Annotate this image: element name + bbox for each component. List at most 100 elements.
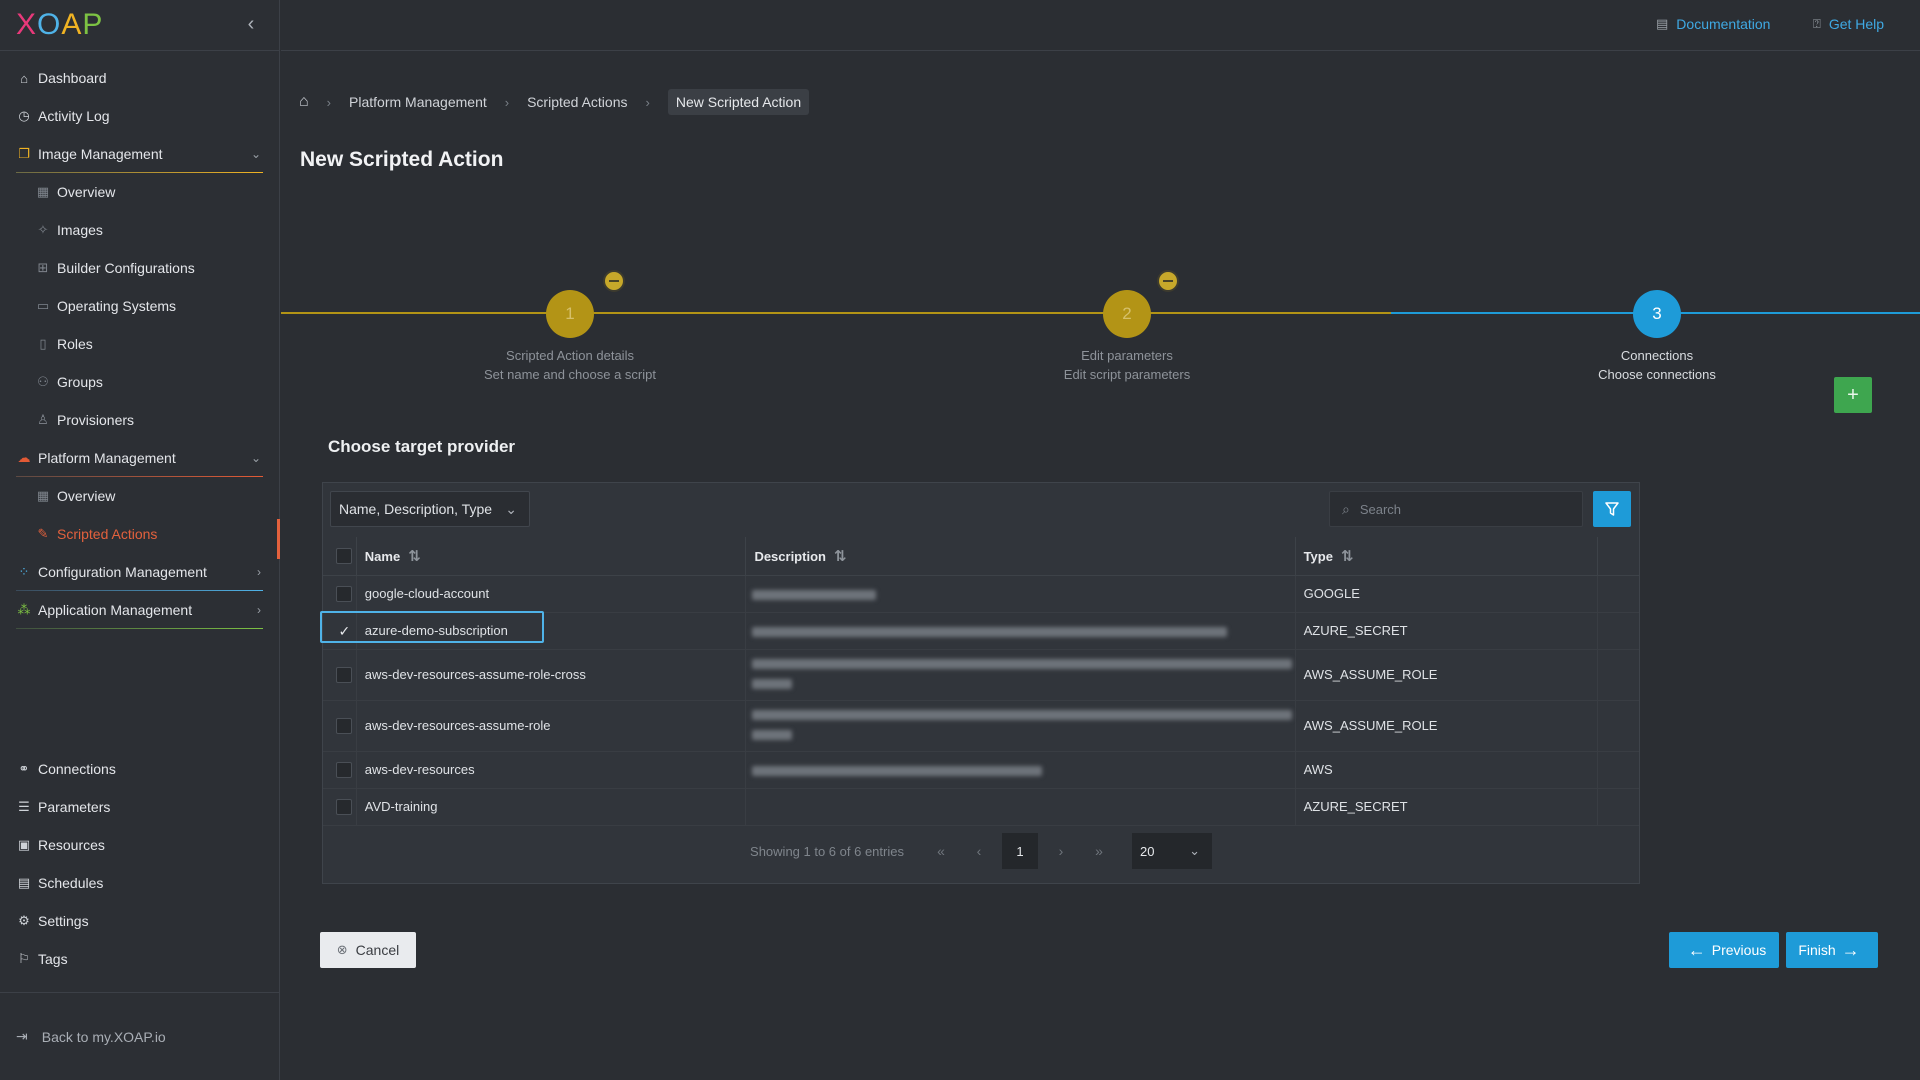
sidebar-item-activity-log[interactable]: ◷ Activity Log xyxy=(0,97,279,135)
select-all-checkbox[interactable] xyxy=(336,548,353,565)
row-checkbox[interactable] xyxy=(336,717,353,734)
redacted-text xyxy=(752,729,793,740)
pagination-info: Showing 1 to 6 of 6 entries xyxy=(750,843,904,859)
table-row[interactable]: aws-dev-resources-assume-role AWS_ASSUME… xyxy=(323,700,1639,752)
table-row[interactable]: aws-dev-resources-assume-role-cross AWS_… xyxy=(323,649,1639,701)
sort-icon[interactable]: ⇅ xyxy=(834,548,847,565)
config-icon: ⁘ xyxy=(18,564,30,579)
finish-label: Finish xyxy=(1798,942,1836,958)
row-checkbox-cell xyxy=(323,649,357,701)
cell-type: GOOGLE xyxy=(1295,575,1598,613)
monitor-icon: ▭ xyxy=(36,298,50,313)
page-size-select[interactable]: 20 ⌄ xyxy=(1131,833,1212,869)
search-input[interactable] xyxy=(1359,501,1560,517)
sidebar-bottom-nav: ⚭ Connections ☰ Parameters ▣ Resources ▤… xyxy=(0,750,279,978)
redacted-text xyxy=(752,710,1293,721)
sidebar-item-roles[interactable]: ▯ Roles xyxy=(0,325,279,363)
gear-icon: ⚙ xyxy=(18,913,30,928)
search-fields-select[interactable]: Name, Description, Type ⌄ xyxy=(330,491,530,527)
documentation-link[interactable]: ▤ Documentation xyxy=(1656,16,1770,32)
cancel-button[interactable]: ⊗ Cancel xyxy=(320,932,416,968)
chevron-down-icon: ⌄ xyxy=(1189,843,1200,858)
back-link-label: Back to my.XOAP.io xyxy=(41,1028,166,1045)
next-page-icon[interactable]: › xyxy=(1042,843,1080,859)
row-checkbox[interactable] xyxy=(336,666,353,683)
add-connection-button[interactable]: + xyxy=(1834,377,1872,413)
sidebar-item-parameters[interactable]: ☰ Parameters xyxy=(0,788,279,826)
sidebar-item-builder-configurations[interactable]: ⊞ Builder Configurations xyxy=(0,249,279,287)
row-checkbox[interactable] xyxy=(336,761,353,778)
step-3-title: Connections xyxy=(1620,348,1694,363)
sidebar-item-dashboard[interactable]: ⌂ Dashboard xyxy=(0,59,279,97)
redacted-text xyxy=(752,626,1228,637)
step-2-label: Edit parameters Edit script parameters xyxy=(997,346,1257,384)
breadcrumb-item[interactable]: Scripted Actions xyxy=(527,94,627,110)
table-row[interactable]: aws-dev-resources AWS xyxy=(323,751,1639,789)
xoap-logo[interactable]: XOAP xyxy=(16,8,103,42)
column-header-name[interactable]: Name ⇅ xyxy=(356,537,747,576)
table-row-selected[interactable]: ✓ azure-demo-subscription AZURE_SECRET xyxy=(323,612,1639,650)
sidebar-item-label: Platform Management xyxy=(38,450,176,466)
breadcrumb-item[interactable]: Platform Management xyxy=(349,94,487,110)
filter-button[interactable] xyxy=(1593,491,1631,527)
cell-name: AVD-training xyxy=(356,788,747,826)
cell-spacer xyxy=(1597,788,1639,826)
row-checkbox[interactable] xyxy=(336,585,353,602)
sidebar-item-tags[interactable]: ⚐ Tags xyxy=(0,940,279,978)
bookmark-icon: ⚐ xyxy=(18,951,30,966)
column-label: Name xyxy=(364,548,401,564)
sidebar-item-image-management[interactable]: ❐ Image Management ⌄ xyxy=(0,135,279,173)
page-title: New Scripted Action xyxy=(300,148,504,171)
table-header-row: Name ⇅ Description ⇅ Type ⇅ xyxy=(323,537,1639,576)
sort-icon[interactable]: ⇅ xyxy=(408,548,421,565)
table-row[interactable]: AVD-training AZURE_SECRET xyxy=(323,788,1639,826)
page-number-button[interactable]: 1 xyxy=(1001,833,1038,869)
table-icon: ▦ xyxy=(36,488,50,503)
pencil-icon: ✎ xyxy=(37,526,49,541)
sidebar-item-provisioners[interactable]: ♙ Provisioners xyxy=(0,401,279,439)
sidebar-item-images[interactable]: ✧ Images xyxy=(0,211,279,249)
sidebar-item-operating-systems[interactable]: ▭ Operating Systems xyxy=(0,287,279,325)
divider xyxy=(16,628,263,629)
first-page-icon[interactable]: « xyxy=(922,843,960,859)
row-checkbox-cell: ✓ xyxy=(323,612,357,650)
sidebar-item-groups[interactable]: ⚇ Groups xyxy=(0,363,279,401)
finish-button[interactable]: Finish → xyxy=(1786,932,1878,968)
cell-description xyxy=(745,649,1296,701)
sidebar-item-platform-management[interactable]: ☁ Platform Management ⌄ xyxy=(0,439,279,477)
sidebar-item-platform-overview[interactable]: ▦ Overview xyxy=(0,477,279,515)
sidebar-item-application-management[interactable]: ⁂ Application Management › xyxy=(0,591,279,629)
sidebar-item-settings[interactable]: ⚙ Settings xyxy=(0,902,279,940)
back-to-xoap-link[interactable]: ⇥ Back to my.XOAP.io xyxy=(0,992,279,1080)
sidebar-item-scripted-actions[interactable]: ✎ Scripted Actions xyxy=(0,515,280,559)
sidebar-item-resources[interactable]: ▣ Resources xyxy=(0,826,279,864)
column-header-description[interactable]: Description ⇅ xyxy=(745,537,1296,576)
home-icon[interactable]: ⌂ xyxy=(299,93,309,111)
step-2-circle[interactable]: 2 xyxy=(1103,290,1151,338)
sort-icon[interactable]: ⇅ xyxy=(1341,548,1354,565)
prev-page-icon[interactable]: ‹ xyxy=(960,843,998,859)
minus-icon xyxy=(1157,270,1179,292)
sidebar-item-configuration-management[interactable]: ⁘ Configuration Management › xyxy=(0,553,279,591)
cancel-label: Cancel xyxy=(355,942,400,958)
table-row[interactable]: google-cloud-account GOOGLE xyxy=(323,575,1639,613)
collapse-sidebar-icon[interactable]: ‹ xyxy=(241,14,261,34)
search-box: ⌕ xyxy=(1329,491,1583,527)
sidebar-item-label: Image Management xyxy=(38,146,163,162)
previous-button[interactable]: ← Previous xyxy=(1669,932,1779,968)
column-header-type[interactable]: Type ⇅ xyxy=(1295,537,1598,576)
get-help-link[interactable]: ⍰ Get Help xyxy=(1813,16,1884,32)
provider-table: Name ⇅ Description ⇅ Type ⇅ google-cloud-ac… xyxy=(323,537,1639,826)
sidebar-item-connections[interactable]: ⚭ Connections xyxy=(0,750,279,788)
step-3-circle[interactable]: 3 xyxy=(1633,290,1681,338)
step-1-circle[interactable]: 1 xyxy=(546,290,594,338)
box-icon: ▣ xyxy=(17,837,31,852)
sidebar-item-label: Groups xyxy=(57,374,103,390)
row-checkbox[interactable] xyxy=(336,798,353,815)
sidebar-item-schedules[interactable]: ▤ Schedules xyxy=(0,864,279,902)
home-icon: ⌂ xyxy=(20,70,28,86)
last-page-icon[interactable]: » xyxy=(1080,843,1118,859)
row-checkbox-checked[interactable]: ✓ xyxy=(336,623,352,639)
sidebar-item-image-overview[interactable]: ▦ Overview xyxy=(0,173,279,211)
list-icon: ☰ xyxy=(18,799,30,814)
